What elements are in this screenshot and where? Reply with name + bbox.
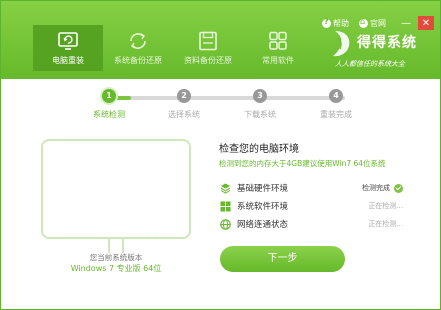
check-name-software: 系统软件环境 xyxy=(237,202,289,212)
floppy-icon xyxy=(196,30,220,52)
hardware-icon xyxy=(219,182,231,194)
progress-steps: 1 系统检测 2 选择系统 3 下载系统 4 重装完成 xyxy=(93,89,352,120)
brand-logo: 得得系统 人人都信任的系统大全 xyxy=(331,29,421,73)
current-os-label: 您当前系统版本 xyxy=(89,253,143,262)
next-button[interactable]: 下一步 xyxy=(220,246,345,272)
logo-name: 得得系统 xyxy=(357,35,417,51)
logo-mark-icon xyxy=(333,31,350,57)
step-3-label: 下载系统 xyxy=(244,110,276,119)
grid-icon xyxy=(266,30,290,52)
step-2: 2 选择系统 xyxy=(154,89,214,120)
step-1-label: 系统检测 xyxy=(93,110,125,119)
step-1-number: 1 xyxy=(102,89,116,103)
monitor-illustration xyxy=(41,139,191,239)
step-3-number: 3 xyxy=(253,89,267,103)
check-status-hardware: 检测完成 xyxy=(362,184,390,192)
website-link[interactable]: 官网 xyxy=(359,17,386,29)
check-complete-icon xyxy=(394,183,403,193)
header-bar: 帮助 官网 — ✕ xyxy=(1,1,440,79)
nav-item-reinstall[interactable]: 电脑重装 xyxy=(33,25,103,71)
check-name-network: 网络连通状态 xyxy=(237,220,289,230)
check-list: 基础硬件环境 检测完成 系统软件环境 正在检测... 网络连通状态 正在检测..… xyxy=(219,179,403,233)
help-link[interactable]: 帮助 xyxy=(322,17,349,29)
check-title: 检查您的电脑环境 xyxy=(219,144,299,155)
step-4: 4 重装完成 xyxy=(306,89,366,120)
step-4-label: 重装完成 xyxy=(320,110,352,119)
check-description: 检测到您的内存大于4GB建议使用Win7 64位系统 xyxy=(219,159,386,168)
nav-label-reinstall: 电脑重装 xyxy=(52,56,84,65)
refresh-icon xyxy=(126,30,150,52)
check-row-network: 网络连通状态 正在检测... xyxy=(219,215,403,233)
minimize-icon: — xyxy=(401,17,411,29)
nav-item-data-backup[interactable]: 资料备份还原 xyxy=(173,25,243,71)
home-icon xyxy=(359,17,368,28)
check-name-hardware: 基础硬件环境 xyxy=(237,184,289,194)
check-row-hardware: 基础硬件环境 检测完成 xyxy=(219,179,403,197)
nav-item-system-backup[interactable]: 系统备份还原 xyxy=(103,25,173,71)
main-nav: 电脑重装 系统备份还原 资料备份还原 常用软件 xyxy=(33,25,313,71)
nav-label-data-backup: 资料备份还原 xyxy=(184,56,232,65)
step-4-number: 4 xyxy=(329,89,343,103)
nav-label-system-backup: 系统备份还原 xyxy=(114,56,162,65)
website-label: 官网 xyxy=(370,18,386,28)
step-2-label: 选择系统 xyxy=(168,110,200,119)
step-3: 3 下载系统 xyxy=(230,89,290,120)
title-controls: 帮助 官网 — ✕ xyxy=(322,16,434,30)
nav-item-software[interactable]: 常用软件 xyxy=(243,25,313,71)
current-os-value: Windows 7 专业版 64位 xyxy=(70,264,162,273)
monitor-refresh-icon xyxy=(56,30,80,52)
installer-window: 帮助 官网 — ✕ xyxy=(0,0,441,310)
check-status-software: 正在检测... xyxy=(368,202,403,210)
help-label: 帮助 xyxy=(333,18,349,28)
globe-icon xyxy=(219,218,231,230)
logo-slogan: 人人都信任的系统大全 xyxy=(335,60,405,68)
windows-icon xyxy=(219,200,231,212)
close-button[interactable]: ✕ xyxy=(418,16,434,30)
step-2-number: 2 xyxy=(177,89,191,103)
help-icon xyxy=(322,17,331,28)
check-status-network: 正在检测... xyxy=(368,220,403,228)
monitor-stand xyxy=(108,239,124,253)
check-row-software: 系统软件环境 正在检测... xyxy=(219,197,403,215)
close-icon: ✕ xyxy=(421,17,431,29)
step-1: 1 系统检测 xyxy=(79,89,139,120)
minimize-button[interactable]: — xyxy=(398,16,414,30)
nav-label-software: 常用软件 xyxy=(262,56,294,65)
